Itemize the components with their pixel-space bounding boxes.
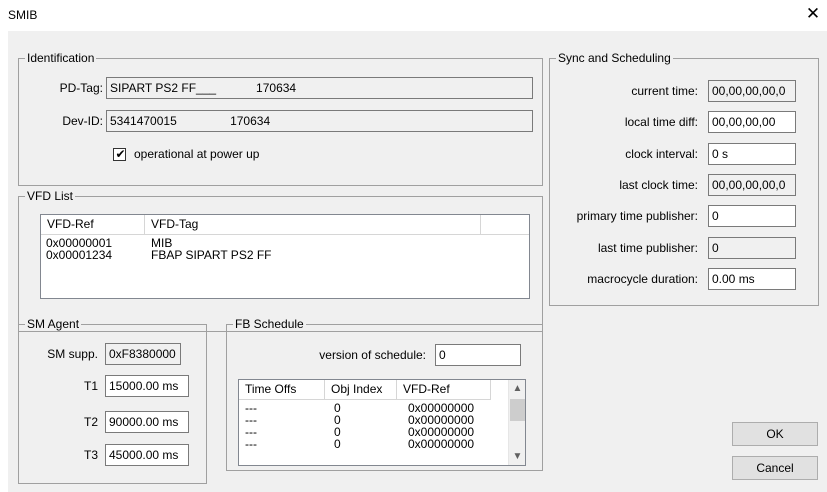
sm-supp-label: SM supp. — [47, 347, 98, 361]
clock-interval-label: clock interval: — [625, 147, 698, 161]
last-clock-time-field[interactable]: 00,00,00,00,0 — [708, 174, 796, 196]
operational-at-power-up-label: operational at power up — [134, 147, 260, 161]
t2-field[interactable]: 90000.00 ms — [105, 411, 189, 433]
fb-schedule-list[interactable]: Time Offs Obj Index VFD-Ref --- 0 0x0000… — [238, 379, 526, 466]
primary-time-publisher-label: primary time publisher: — [576, 209, 698, 223]
check-icon: ✔ — [115, 147, 126, 161]
identification-group: Identification PD-Tag: SIPART PS2 FF___ … — [18, 51, 543, 186]
title-bar: SMIB ✕ — [0, 0, 827, 30]
fb-schedule-group-label: FB Schedule — [233, 317, 306, 331]
vfd-list-group-label: VFD List — [25, 189, 76, 203]
vfd-list-header-ref[interactable]: VFD-Ref — [41, 215, 145, 235]
pd-tag-label: PD-Tag: — [59, 81, 103, 95]
current-time-field[interactable]: 00,00,00,00,0 — [708, 80, 796, 102]
vfd-list-header-filler — [481, 215, 529, 235]
fb-schedule-vfd-ref[interactable]: 0x00000000 — [408, 438, 474, 450]
cancel-button[interactable]: Cancel — [732, 456, 818, 480]
dev-id-field[interactable]: 5341470015 170634 — [106, 110, 533, 132]
vfd-list[interactable]: VFD-Ref VFD-Tag 0x00000001 MIB 0x0000123… — [40, 214, 530, 299]
sync-scheduling-group-label: Sync and Scheduling — [556, 51, 673, 65]
t1-field[interactable]: 15000.00 ms — [105, 375, 189, 397]
close-icon[interactable]: ✕ — [805, 5, 821, 23]
ok-button[interactable]: OK — [732, 422, 818, 446]
version-of-schedule-field[interactable]: 0 — [435, 344, 521, 366]
version-of-schedule-label: version of schedule: — [319, 348, 426, 362]
fb-schedule-scroll-thumb[interactable] — [510, 399, 525, 421]
t1-label: T1 — [83, 379, 98, 393]
last-time-publisher-field[interactable]: 0 — [708, 237, 796, 259]
macrocycle-duration-field[interactable]: 0.00 ms — [708, 268, 796, 290]
t3-label: T3 — [83, 448, 98, 462]
local-time-diff-field[interactable]: 00,00,00,00 — [708, 111, 796, 133]
clock-interval-field[interactable]: 0 s — [708, 143, 796, 165]
sm-supp-field[interactable]: 0xF8380000 — [105, 343, 181, 365]
last-time-publisher-label: last time publisher: — [597, 241, 698, 255]
t3-field[interactable]: 45000.00 ms — [105, 444, 189, 466]
fb-schedule-scrollbar[interactable]: ▲ ▼ — [508, 380, 525, 465]
fb-schedule-header-time-offs[interactable]: Time Offs — [239, 380, 325, 400]
current-time-label: current time: — [631, 84, 698, 98]
dialog-client-area: Identification PD-Tag: SIPART PS2 FF___ … — [8, 31, 827, 492]
operational-at-power-up-checkbox[interactable]: ✔ — [113, 147, 126, 161]
window-title: SMIB — [8, 8, 38, 22]
last-clock-time-label: last clock time: — [619, 178, 698, 192]
sm-agent-group: SM Agent SM supp. 0xF8380000 T1 15000.00… — [18, 317, 207, 484]
primary-time-publisher-field[interactable]: 0 — [708, 205, 796, 227]
vfd-list-header-tag[interactable]: VFD-Tag — [145, 215, 481, 235]
sm-agent-group-label: SM Agent — [25, 317, 82, 331]
identification-group-label: Identification — [25, 51, 97, 65]
scroll-up-icon[interactable]: ▲ — [509, 380, 525, 397]
local-time-diff-label: local time diff: — [624, 115, 698, 129]
macrocycle-duration-label: macrocycle duration: — [587, 272, 698, 286]
fb-schedule-group: FB Schedule version of schedule: 0 Time … — [226, 317, 543, 471]
fb-schedule-obj-index[interactable]: 0 — [334, 438, 341, 450]
vfd-row-ref[interactable]: 0x00001234 — [46, 249, 112, 261]
vfd-list-group: VFD List VFD-Ref VFD-Tag 0x00000001 MIB … — [18, 189, 543, 332]
fb-schedule-header-vfd-ref[interactable]: VFD-Ref — [397, 380, 491, 400]
t2-label: T2 — [83, 415, 98, 429]
vfd-row-tag[interactable]: FBAP SIPART PS2 FF — [151, 249, 272, 261]
fb-schedule-time-offs[interactable]: --- — [245, 438, 257, 450]
dev-id-label: Dev-ID: — [62, 114, 103, 128]
scroll-down-icon[interactable]: ▼ — [509, 448, 525, 465]
sync-scheduling-group: Sync and Scheduling current time: 00,00,… — [549, 51, 819, 306]
pd-tag-field[interactable]: SIPART PS2 FF___ 170634 — [106, 77, 533, 99]
fb-schedule-header-obj-index[interactable]: Obj Index — [325, 380, 397, 400]
